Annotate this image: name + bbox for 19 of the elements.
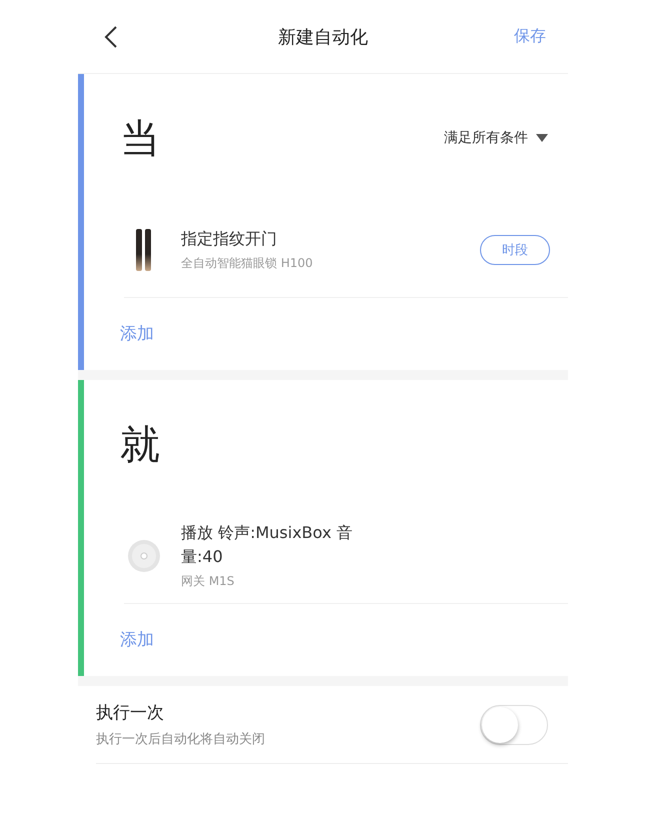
gateway-icon — [127, 538, 161, 572]
condition-dropdown[interactable]: 满足所有条件 — [442, 127, 550, 149]
item-title: 指定指纹开门 — [181, 228, 278, 250]
item-device: 网关 M1S — [181, 573, 236, 590]
add-link[interactable]: 添加 — [120, 628, 154, 651]
toggle-switch[interactable] — [480, 704, 548, 744]
section-heading: 当 — [120, 114, 160, 164]
door-lock-icon — [135, 228, 153, 270]
section-heading: 就 — [120, 420, 160, 470]
save-button[interactable]: 保存 — [512, 24, 548, 49]
time-period-button[interactable]: 时段 — [480, 234, 550, 264]
option-title: 执行一次 — [96, 702, 165, 724]
caret-icon — [536, 134, 548, 142]
back-icon[interactable] — [104, 26, 118, 48]
item-device: 全自动智能猫眼锁 H100 — [181, 255, 313, 272]
option-description: 执行一次后自动化将自动关闭 — [96, 731, 265, 748]
item-title: 播放 铃声:MusixBox 音量:40 — [181, 522, 354, 568]
page-title: 新建自动化 — [278, 26, 368, 48]
add-link[interactable]: 添加 — [120, 322, 154, 345]
